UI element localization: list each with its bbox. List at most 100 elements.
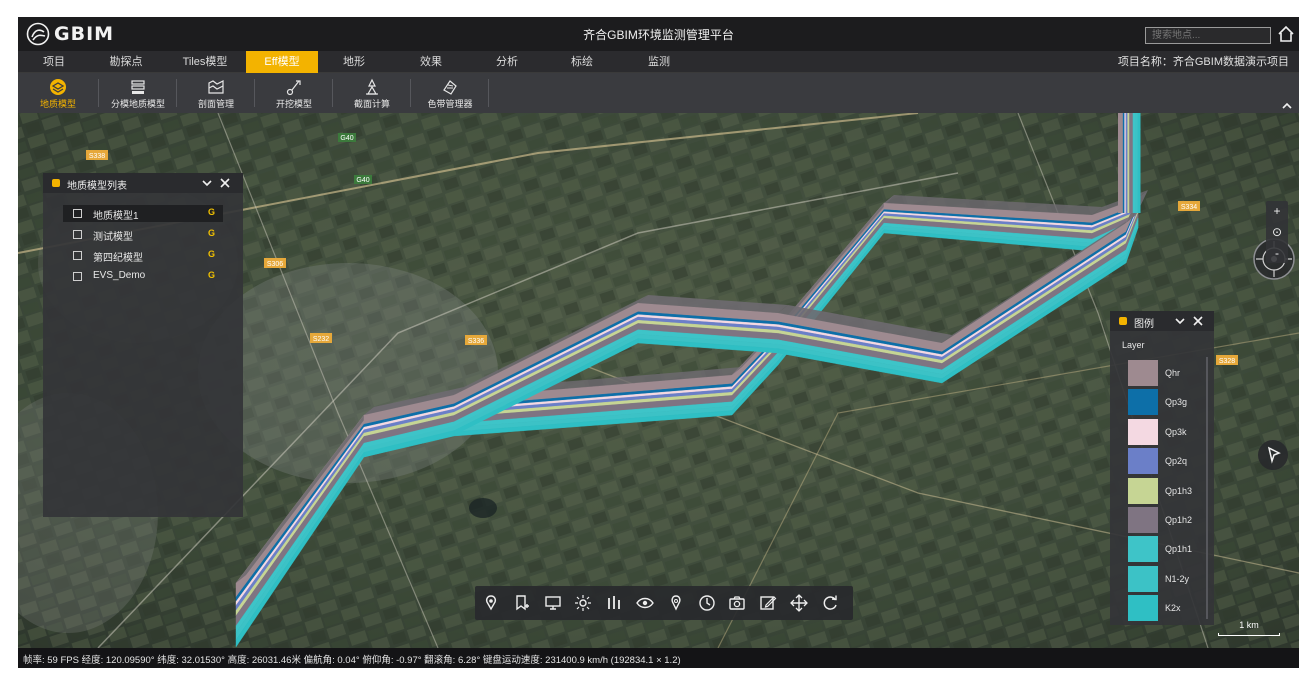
fence-stratum	[235, 447, 365, 641]
pin-icon[interactable]	[481, 593, 501, 613]
status-bar: 帧率: 59 FPS 经度: 120.09590° 纬度: 32.01530° …	[18, 648, 1299, 668]
zoom-in-button[interactable]: +	[1266, 201, 1288, 221]
chevron-down-icon[interactable]	[1174, 315, 1186, 327]
sun-icon[interactable]	[573, 593, 593, 613]
bookmark-add-icon[interactable]	[512, 593, 532, 613]
scale-label: 1 km	[1239, 620, 1259, 630]
section-icon	[208, 80, 224, 94]
menu-item-analysis[interactable]: 分析	[471, 51, 543, 73]
legend-item: Qp2q	[1128, 448, 1200, 475]
cursor-icon	[1267, 446, 1281, 464]
home-icon[interactable]	[1276, 24, 1296, 44]
bars-icon[interactable]	[604, 593, 624, 613]
legend-item: Qp1h1	[1128, 536, 1200, 563]
panel-header: 地质模型列表	[43, 173, 243, 193]
tool-label: 剖面管理	[197, 99, 234, 109]
menu-item-plotting[interactable]: 标绘	[546, 51, 618, 73]
chevron-up-icon[interactable]	[1281, 101, 1293, 111]
fence-stratum	[235, 442, 365, 634]
search-input[interactable]	[1145, 27, 1271, 44]
fence-stratum	[1129, 113, 1134, 213]
legend-header: Layer	[1122, 340, 1145, 350]
model-tag: G	[207, 207, 215, 217]
location-icon[interactable]	[666, 593, 686, 613]
move-icon[interactable]	[789, 593, 809, 613]
divider	[98, 79, 99, 107]
menu-item-eff-model[interactable]: Eff模型	[246, 51, 318, 73]
chevron-down-icon[interactable]	[201, 177, 213, 189]
refresh-icon[interactable]	[820, 593, 840, 613]
fence-stratum	[941, 249, 1127, 375]
fence-stratum	[1118, 113, 1124, 213]
legend-item: N1-2y	[1128, 565, 1200, 592]
map-viewport[interactable]: S338 G40 G40 S306 S232 S336 S334 S328 地质…	[18, 113, 1299, 648]
legend-label: Qp1h1	[1165, 544, 1193, 555]
tool-palette-manager[interactable]: 色带管理器	[414, 73, 486, 113]
app-title: 齐合GBIM环境监测管理平台	[583, 28, 734, 42]
checkbox[interactable]	[73, 209, 82, 218]
fence-stratum	[1137, 113, 1141, 213]
zoom-reset-button[interactable]: ⊙	[1266, 222, 1288, 242]
tool-dock	[475, 586, 853, 620]
model-list-panel: 地质模型列表 地质模型1 G 测试模型 G 第四纪模型 G EVS_Demo G	[43, 173, 243, 517]
legend-swatch	[1128, 448, 1158, 475]
pointer-button[interactable]	[1258, 440, 1288, 470]
model-list-item[interactable]: 测试模型 G	[63, 226, 223, 243]
divider	[332, 79, 333, 107]
menu-item-monitoring[interactable]: 监测	[623, 51, 695, 73]
legend-item: Qp1h2	[1128, 507, 1200, 533]
tool-section-manager[interactable]: 剖面管理	[180, 73, 252, 113]
screen-icon[interactable]	[543, 593, 563, 613]
checkbox[interactable]	[73, 230, 82, 239]
divider	[176, 79, 177, 107]
legend-label: Qp3k	[1165, 426, 1187, 437]
tool-section-calc[interactable]: 截面计算	[336, 73, 408, 113]
model-name: 第四纪模型	[93, 253, 143, 264]
menu-item-tiles-model[interactable]: Tiles模型	[169, 51, 241, 73]
tool-excavate[interactable]: 开挖模型	[258, 73, 330, 113]
model-list-item[interactable]: 第四纪模型 G	[63, 247, 223, 264]
tool-layer-split[interactable]: 分模地质模型	[102, 73, 174, 113]
legend-label: Qp1h3	[1165, 485, 1193, 496]
legend-swatch	[1128, 536, 1158, 563]
menu-item-effects[interactable]: 效果	[395, 51, 467, 73]
legend-label: Qp2q	[1165, 456, 1188, 467]
close-icon[interactable]	[219, 177, 231, 189]
fence-stratum	[941, 234, 1127, 358]
palette-icon	[443, 80, 457, 95]
menu-item-terrain[interactable]: 地形	[318, 51, 390, 73]
model-name: EVS_Demo	[93, 270, 146, 281]
zoom-out-button[interactable]: -	[1266, 243, 1288, 263]
legend-item: Qp1h3	[1128, 477, 1200, 504]
legend-swatch	[1128, 418, 1158, 445]
app-window: GBIM 齐合GBIM环境监测管理平台 项目 勘探点 Tiles模型 Eff模型…	[18, 17, 1299, 668]
scale-bar: 1 km	[1214, 620, 1284, 636]
legend-label: Qp1h2	[1165, 515, 1193, 525]
panel-header: 图例	[1110, 311, 1214, 331]
scale-line	[1218, 633, 1280, 636]
fence-stratum	[235, 423, 365, 603]
close-icon[interactable]	[1192, 315, 1204, 327]
menu-item-boreholes[interactable]: 勘探点	[90, 51, 162, 73]
clock-icon[interactable]	[697, 593, 717, 613]
fence-stratum	[941, 231, 1127, 355]
checkbox[interactable]	[73, 251, 82, 260]
tool-label: 截面计算	[353, 99, 390, 109]
fence-stratum	[235, 432, 365, 617]
legend-item: K2x	[1128, 595, 1200, 622]
camera-icon[interactable]	[727, 593, 747, 613]
scrollbar[interactable]	[1206, 357, 1208, 619]
checkbox[interactable]	[73, 272, 82, 281]
model-list-item[interactable]: EVS_Demo G	[63, 268, 223, 285]
legend-swatch	[1128, 595, 1158, 622]
model-list-item[interactable]: 地质模型1 G	[63, 205, 223, 222]
fence-stratum	[235, 429, 365, 612]
fence-stratum	[941, 236, 1127, 361]
menu-item-project[interactable]: 项目	[18, 51, 90, 73]
panel-title: 图例	[1134, 319, 1154, 330]
project-name: 项目名称：齐合GBIM数据演示项目	[1117, 56, 1289, 68]
divider	[254, 79, 255, 107]
eye-icon[interactable]	[635, 593, 655, 613]
edit-icon[interactable]	[758, 593, 778, 613]
tool-geo-model[interactable]: 地质模型	[22, 73, 94, 113]
